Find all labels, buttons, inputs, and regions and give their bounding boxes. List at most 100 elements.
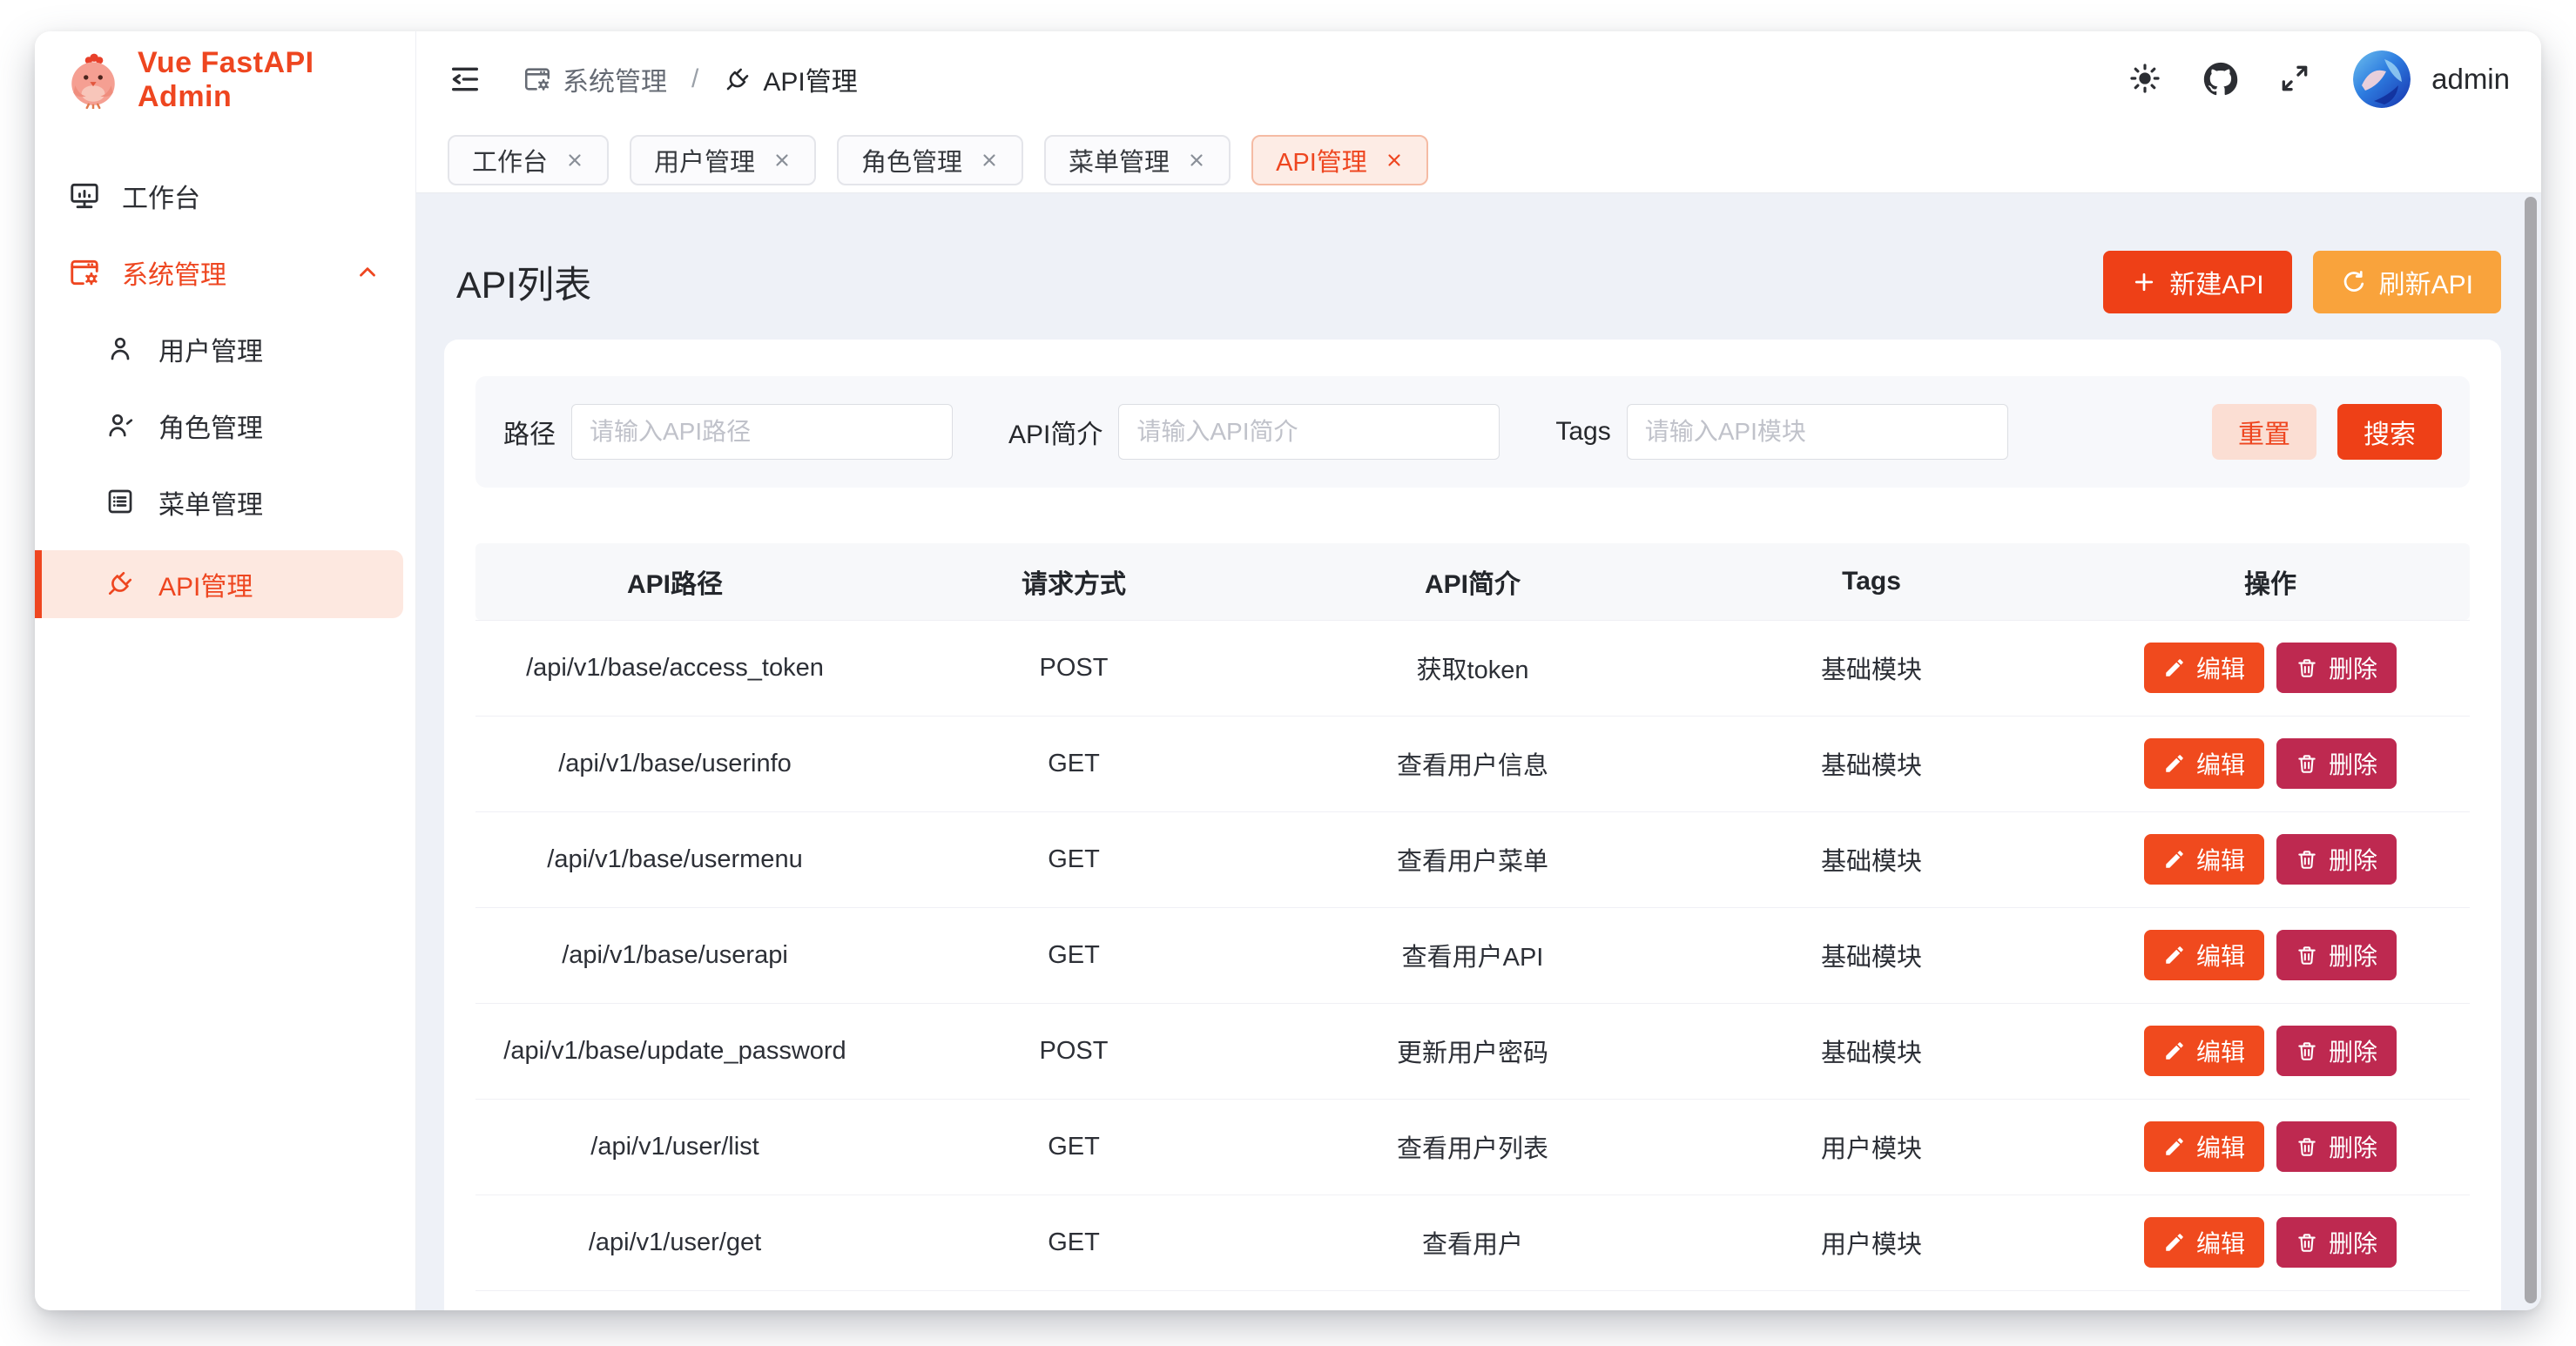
edit-label: 编辑 xyxy=(2196,1129,2245,1164)
refresh-api-label: 刷新API xyxy=(2379,263,2473,301)
cell-path: /api/v1/base/usermenu xyxy=(475,811,874,907)
tags-input[interactable] xyxy=(1627,404,2008,460)
delete-button[interactable]: 删除 xyxy=(2276,930,2397,980)
tab-roles[interactable]: 角色管理 xyxy=(837,135,1023,185)
trash-icon xyxy=(2296,1135,2318,1158)
role-icon xyxy=(105,409,138,442)
cell-path: /api/v1/user/list xyxy=(475,1099,874,1195)
topbar-actions: admin xyxy=(2128,50,2510,108)
cell-summary: 更新用户密码 xyxy=(1273,1003,1672,1099)
sidebar-item-roles[interactable]: 角色管理 xyxy=(35,397,403,454)
delete-button[interactable]: 删除 xyxy=(2276,1026,2397,1076)
api-table: API路径 请求方式 API简介 Tags 操作 /api/v1/base/ac… xyxy=(475,543,2470,1291)
pencil-icon xyxy=(2163,1231,2186,1254)
delete-label: 删除 xyxy=(2329,1129,2377,1164)
breadcrumb-separator: / xyxy=(691,64,698,94)
tab-label: 角色管理 xyxy=(861,142,962,178)
tags-label: Tags xyxy=(1555,417,1610,447)
theme-sun-icon[interactable] xyxy=(2128,62,2163,97)
edit-button[interactable]: 编辑 xyxy=(2144,930,2264,980)
cell-method: GET xyxy=(874,907,1273,1003)
edit-button[interactable]: 编辑 xyxy=(2144,1026,2264,1076)
logo[interactable]: Vue FastAPI Admin xyxy=(35,31,415,129)
breadcrumb-api[interactable]: API管理 xyxy=(723,60,857,98)
sidebar-item-menus[interactable]: 菜单管理 xyxy=(35,474,403,531)
pencil-icon xyxy=(2163,1040,2186,1062)
close-icon[interactable] xyxy=(980,151,999,170)
tab-users[interactable]: 用户管理 xyxy=(630,135,816,185)
delete-label: 删除 xyxy=(2329,650,2377,685)
tab-bar: 工作台 用户管理 角色管理 菜单管理 xyxy=(416,127,2541,193)
sidebar-menu: 工作台 系统管理 xyxy=(35,129,415,618)
delete-button[interactable]: 删除 xyxy=(2276,834,2397,885)
vertical-scrollbar[interactable] xyxy=(2525,197,2537,1303)
sidebar-item-users[interactable]: 用户管理 xyxy=(35,320,403,378)
cell-actions: 编辑 删除 xyxy=(2071,1195,2470,1290)
page-title: API列表 xyxy=(456,255,591,309)
edit-button[interactable]: 编辑 xyxy=(2144,1217,2264,1268)
edit-label: 编辑 xyxy=(2196,1033,2245,1068)
tab-workbench[interactable]: 工作台 xyxy=(448,135,609,185)
close-icon[interactable] xyxy=(1187,151,1206,170)
path-input[interactable] xyxy=(571,404,953,460)
reset-button[interactable]: 重置 xyxy=(2212,404,2316,460)
delete-button[interactable]: 删除 xyxy=(2276,1121,2397,1172)
edit-button[interactable]: 编辑 xyxy=(2144,643,2264,693)
sidebar-item-workbench[interactable]: 工作台 xyxy=(35,167,403,225)
edit-button[interactable]: 编辑 xyxy=(2144,834,2264,885)
username[interactable]: admin xyxy=(2431,63,2510,96)
column-tags: Tags xyxy=(1672,543,2071,620)
plus-icon xyxy=(2131,269,2157,295)
refresh-icon xyxy=(2341,269,2367,295)
table-body: /api/v1/base/access_token POST 获取token 基… xyxy=(475,620,2470,1290)
cell-tags: 用户模块 xyxy=(1672,1195,2071,1290)
sidebar-item-system[interactable]: 系统管理 xyxy=(35,244,403,301)
cell-method: GET xyxy=(874,811,1273,907)
summary-label: API简介 xyxy=(1008,413,1103,451)
delete-button[interactable]: 删除 xyxy=(2276,1217,2397,1268)
cell-tags: 基础模块 xyxy=(1672,907,2071,1003)
pencil-icon xyxy=(2163,656,2186,679)
tab-api[interactable]: API管理 xyxy=(1251,135,1428,185)
edit-button[interactable]: 编辑 xyxy=(2144,738,2264,789)
refresh-api-button[interactable]: 刷新API xyxy=(2313,251,2501,313)
search-button[interactable]: 搜索 xyxy=(2337,404,2442,460)
avatar[interactable] xyxy=(2353,50,2411,108)
create-api-button[interactable]: 新建API xyxy=(2103,251,2291,313)
summary-input[interactable] xyxy=(1118,404,1500,460)
github-icon[interactable] xyxy=(2203,62,2238,97)
fullscreen-icon[interactable] xyxy=(2278,62,2313,97)
filter-actions: 重置 搜索 xyxy=(2212,404,2442,460)
close-icon[interactable] xyxy=(1385,151,1404,170)
delete-button[interactable]: 删除 xyxy=(2276,738,2397,789)
close-icon[interactable] xyxy=(772,151,792,170)
table-row: /api/v1/base/userapi GET 查看用户API 基础模块 编辑 xyxy=(475,907,2470,1003)
cell-summary: 查看用户信息 xyxy=(1273,716,1672,811)
sidebar-item-label: 工作台 xyxy=(122,177,200,215)
main-area: 系统管理 / API管理 xyxy=(416,31,2541,1310)
path-label: 路径 xyxy=(503,413,556,451)
edit-button[interactable]: 编辑 xyxy=(2144,1121,2264,1172)
sidebar-item-label: 角色管理 xyxy=(158,407,263,445)
cell-tags: 基础模块 xyxy=(1672,1003,2071,1099)
tab-menus[interactable]: 菜单管理 xyxy=(1044,135,1231,185)
sidebar-collapse-icon[interactable] xyxy=(448,62,482,97)
cell-tags: 用户模块 xyxy=(1672,1099,2071,1195)
cell-method: GET xyxy=(874,1195,1273,1290)
delete-button[interactable]: 删除 xyxy=(2276,643,2397,693)
filter-summary: API简介 xyxy=(1008,404,1500,460)
tab-label: API管理 xyxy=(1276,142,1367,178)
chevron-up-icon xyxy=(354,259,381,286)
delete-label: 删除 xyxy=(2329,1033,2377,1068)
sidebar-item-api[interactable]: API管理 xyxy=(35,550,403,618)
column-method: 请求方式 xyxy=(874,543,1273,620)
breadcrumb-system[interactable]: 系统管理 xyxy=(523,60,667,98)
close-icon[interactable] xyxy=(565,151,584,170)
cell-path: /api/v1/base/userapi xyxy=(475,907,874,1003)
table-row: /api/v1/user/get GET 查看用户 用户模块 编辑 xyxy=(475,1195,2470,1290)
page-content: API列表 新建API 刷新API xyxy=(416,193,2541,1310)
tab-label: 工作台 xyxy=(472,142,548,178)
app-title: Vue FastAPI Admin xyxy=(138,46,415,114)
delete-label: 删除 xyxy=(2329,746,2377,781)
edit-label: 编辑 xyxy=(2196,842,2245,877)
